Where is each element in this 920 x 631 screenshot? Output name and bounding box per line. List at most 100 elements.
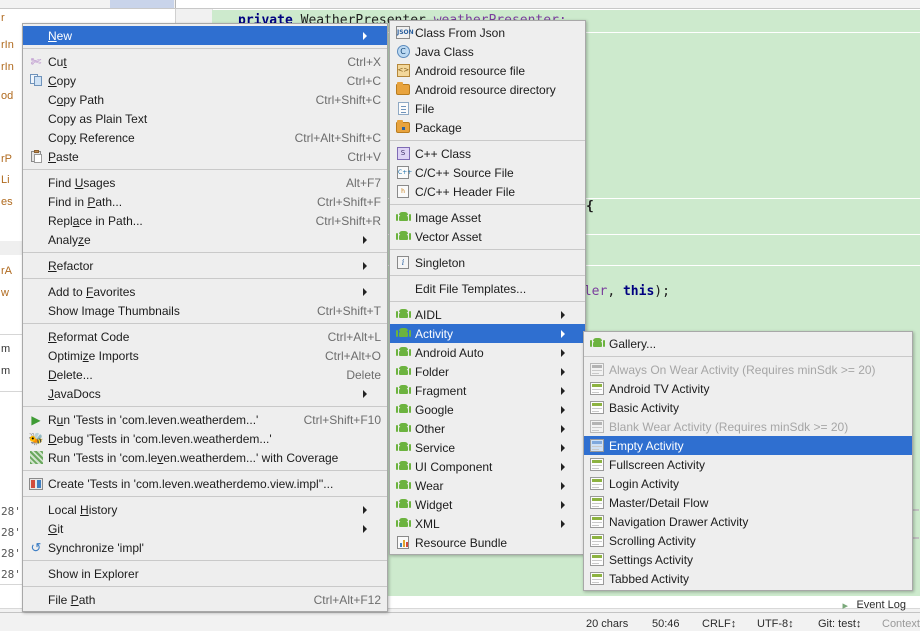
menu-item-new[interactable]: New [23,26,387,45]
menu-item-class-from-json[interactable]: JSON Class From Json [390,23,585,42]
activity-submenu[interactable]: Gallery... Always On Wear Activity (Requi… [583,331,913,591]
menu-item-xml[interactable]: XML [390,514,585,533]
menu-item-aidl[interactable]: AIDL [390,305,585,324]
icon-placeholder [27,194,45,210]
menu-item-android-resource-file[interactable]: <> Android resource file [390,61,585,80]
menu-item-google[interactable]: Google [390,400,585,419]
project-tree-fragment: rIn [1,39,14,51]
menu-item-javadocs[interactable]: JavaDocs [23,384,387,403]
menu-item-copy[interactable]: Copy Ctrl+C [23,71,387,90]
menu-item-resource-bundle[interactable]: Resource Bundle [390,533,585,552]
submenu-arrow-icon [561,462,579,471]
menu-item-service[interactable]: Service [390,438,585,457]
menu-item-add-to-favorites[interactable]: Add to Favorites [23,282,387,301]
create-test-icon [27,476,45,492]
menu-item-show-in-explorer[interactable]: Show in Explorer [23,564,387,583]
icon-placeholder [27,92,45,108]
menu-item-ui-component[interactable]: UI Component [390,457,585,476]
menu-item-c-class[interactable]: S C++ Class [390,144,585,163]
menu-item-widget[interactable]: Widget [390,495,585,514]
status-encoding[interactable]: UTF-8↕ [757,618,794,630]
menu-item-gallery[interactable]: Gallery... [584,334,912,353]
menu-item-java-class[interactable]: C Java Class [390,42,585,61]
menu-item-label: Scrolling Activity [609,533,696,548]
status-line-sep[interactable]: CRLF↕ [702,618,736,630]
menu-item-image-asset[interactable]: Image Asset [390,208,585,227]
menu-item-other[interactable]: Other [390,419,585,438]
template-icon [588,381,606,397]
menu-item-navigation-drawer-activity[interactable]: Navigation Drawer Activity [584,512,912,531]
menu-item-label: Copy Reference [48,130,135,145]
editor-tab-inactive[interactable] [110,0,174,8]
menu-item-optimize-imports[interactable]: Optimize Imports Ctrl+Alt+O [23,346,387,365]
menu-item-settings-activity[interactable]: Settings Activity [584,550,912,569]
menu-item-master-detail-flow[interactable]: Master/Detail Flow [584,493,912,512]
menu-item-replace-in-path[interactable]: Replace in Path... Ctrl+Shift+R [23,211,387,230]
menu-item-label: Basic Activity [609,400,680,415]
icon-placeholder [27,303,45,319]
menu-item-run-tests-in-com-leven-weatherdem-with-coverage[interactable]: Run 'Tests in 'com.leven.weatherdem...' … [23,448,387,467]
file-icon [394,101,412,117]
menu-item-show-image-thumbnails[interactable]: Show Image Thumbnails Ctrl+Shift+T [23,301,387,320]
menu-item-local-history[interactable]: Local History [23,500,387,519]
menu-item-activity[interactable]: Activity [390,324,585,343]
menu-item-c-c-header-file[interactable]: h C/C++ Header File [390,182,585,201]
copy-icon [27,73,45,89]
menu-item-reformat-code[interactable]: Reformat Code Ctrl+Alt+L [23,327,387,346]
menu-item-edit-file-templates[interactable]: Edit File Templates... [390,279,585,298]
menu-item-singleton[interactable]: i Singleton [390,253,585,272]
editor-context-menu[interactable]: New ✄ Cut Ctrl+X Copy Ctrl+C Copy Path Ctrl+Shi… [22,23,388,612]
menu-item-empty-activity[interactable]: Empty Activity [584,436,912,455]
menu-item-scrolling-activity[interactable]: Scrolling Activity [584,531,912,550]
menu-item-android-tv-activity[interactable]: Android TV Activity [584,379,912,398]
menu-item-paste[interactable]: Paste Ctrl+V [23,147,387,166]
menu-item-run-tests-in-com-leven-weatherdem[interactable]: ▶ Run 'Tests in 'com.leven.weatherdem...'… [23,410,387,429]
menu-item-basic-activity[interactable]: Basic Activity [584,398,912,417]
new-submenu[interactable]: JSON Class From Json C Java Class <> Android … [389,20,586,555]
status-caret[interactable]: 50:46 [652,618,680,630]
menu-item-fullscreen-activity[interactable]: Fullscreen Activity [584,455,912,474]
menu-item-c-c-source-file[interactable]: C++ C/C++ Source File [390,163,585,182]
menu-item-copy-as-plain-text[interactable]: Copy as Plain Text [23,109,387,128]
editor-tab-extra[interactable] [310,0,440,8]
menu-separator [23,560,387,561]
menu-item-tabbed-activity[interactable]: Tabbed Activity [584,569,912,588]
template-gray-icon [588,362,606,378]
menu-item-android-resource-directory[interactable]: Android resource directory [390,80,585,99]
menu-item-label: Java Class [415,44,474,59]
menu-item-android-auto[interactable]: Android Auto [390,343,585,362]
project-tree-fragment: es [1,196,13,208]
menu-item-create-tests-in-com-leven-weatherdemo-view-impl[interactable]: Create 'Tests in 'com.leven.weatherdemo.… [23,474,387,493]
menu-item-fragment[interactable]: Fragment [390,381,585,400]
menu-item-cut[interactable]: ✄ Cut Ctrl+X [23,52,387,71]
menu-item-find-in-path[interactable]: Find in Path... Ctrl+Shift+F [23,192,387,211]
menu-item-refactor[interactable]: Refactor [23,256,387,275]
submenu-arrow-icon [561,348,579,357]
menu-item-vector-asset[interactable]: Vector Asset [390,227,585,246]
json-icon: JSON [394,25,414,41]
menu-item-delete[interactable]: Delete... Delete [23,365,387,384]
menu-item-folder[interactable]: Folder [390,362,585,381]
menu-item-copy-path[interactable]: Copy Path Ctrl+Shift+C [23,90,387,109]
menu-separator [23,169,387,170]
sync-icon: ↺ [30,540,42,555]
menu-item-label: Service [415,440,456,455]
template-blue-icon [588,438,606,454]
menu-item-package[interactable]: Package [390,118,585,137]
menu-item-synchronize-impl[interactable]: ↺ Synchronize 'impl' [23,538,387,557]
menu-item-file[interactable]: File [390,99,585,118]
menu-item-debug-tests-in-com-leven-weatherdem[interactable]: 🐝 Debug 'Tests in 'com.leven.weatherdem..… [23,429,387,448]
menu-item-find-usages[interactable]: Find Usages Alt+F7 [23,173,387,192]
menu-item-file-path[interactable]: File Path Ctrl+Alt+F12 [23,590,387,609]
editor-tab-active[interactable] [175,0,312,8]
menu-item-login-activity[interactable]: Login Activity [584,474,912,493]
status-branch[interactable]: Git: test↕ [818,618,861,630]
icon-placeholder [27,386,45,402]
project-tree-fragment: m [1,343,11,355]
menu-item-copy-reference[interactable]: Copy Reference Ctrl+Alt+Shift+C [23,128,387,147]
event-log-button[interactable]: ▸ Event Log [842,599,906,612]
menu-item-wear[interactable]: Wear [390,476,585,495]
menu-item-git[interactable]: Git [23,519,387,538]
menu-item-analyze[interactable]: Analyze [23,230,387,249]
submenu-arrow-icon [561,386,579,395]
